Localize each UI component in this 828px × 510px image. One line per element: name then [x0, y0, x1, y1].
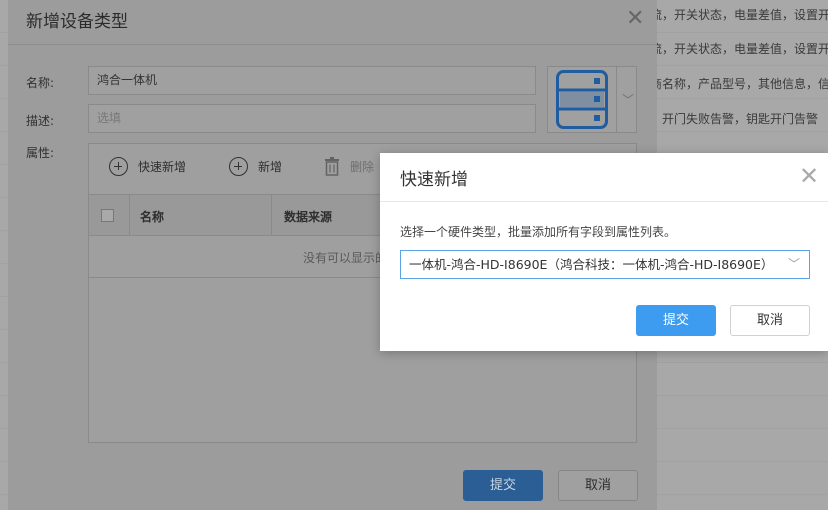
quick-add-dialog: 快速新增 ✕ 选择一个硬件类型，批量添加所有字段到属性列表。 一体机-鸿合-HD…: [380, 153, 828, 351]
plus-circle-icon: [229, 157, 248, 176]
quick-add-button[interactable]: 快速新增: [109, 157, 186, 176]
add-label: 新增: [258, 160, 283, 174]
description-input[interactable]: 选填: [88, 104, 536, 133]
column-divider: [129, 195, 130, 235]
attributes-label: 属性:: [26, 146, 55, 160]
server-icon: [556, 70, 608, 129]
name-label: 名称:: [26, 76, 55, 90]
plus-circle-icon: [109, 157, 128, 176]
quick-add-header: 快速新增 ✕: [380, 153, 828, 202]
trash-icon: [325, 157, 339, 176]
add-button[interactable]: 新增: [229, 157, 282, 176]
delete-label: 删除: [350, 160, 375, 174]
hardware-type-select[interactable]: 一体机-鸿合-HD-I8690E（鸿合科技：一体机-鸿合-HD-I8690E） …: [400, 250, 810, 279]
name-input[interactable]: 鸿合一体机: [88, 66, 536, 95]
quick-add-title: 快速新增: [400, 170, 468, 190]
description-label: 描述:: [26, 114, 55, 128]
background-row: 流，开关状态，电量差值，设置开: [650, 8, 828, 22]
quick-add-submit-button[interactable]: 提交: [636, 305, 716, 336]
close-icon[interactable]: ✕: [626, 8, 644, 30]
icon-picker-divider: [616, 67, 617, 132]
quick-add-label: 快速新增: [138, 160, 187, 174]
column-header-source[interactable]: 数据来源: [284, 208, 332, 225]
dialog-header: 新增设备类型 ✕: [8, 0, 657, 45]
background-row: 商名称，产品型号，其他信息，信: [650, 77, 828, 91]
close-icon[interactable]: ✕: [799, 164, 819, 188]
column-header-name[interactable]: 名称: [140, 208, 164, 225]
cancel-button[interactable]: 取消: [558, 470, 638, 501]
hardware-type-selected-value: 一体机-鸿合-HD-I8690E（鸿合科技：一体机-鸿合-HD-I8690E）: [409, 257, 774, 272]
icon-picker[interactable]: ﹀: [547, 66, 637, 133]
empty-table-message: 没有可以显示的记录。: [303, 251, 381, 265]
background-row: 流，开关状态，电量差值，设置开: [650, 42, 828, 56]
chevron-down-icon: ﹀: [787, 257, 800, 271]
chevron-down-icon[interactable]: ﹀: [622, 91, 634, 108]
delete-button[interactable]: 删除: [324, 157, 374, 176]
dialog-title: 新增设备类型: [26, 12, 128, 32]
background-row: ，开门失败告警，钥匙开门告警: [650, 112, 819, 126]
select-all-checkbox[interactable]: [101, 209, 114, 222]
quick-add-cancel-button[interactable]: 取消: [730, 305, 810, 336]
submit-button[interactable]: 提交: [463, 470, 543, 501]
quick-add-description: 选择一个硬件类型，批量添加所有字段到属性列表。: [400, 225, 677, 239]
column-divider: [271, 195, 272, 235]
